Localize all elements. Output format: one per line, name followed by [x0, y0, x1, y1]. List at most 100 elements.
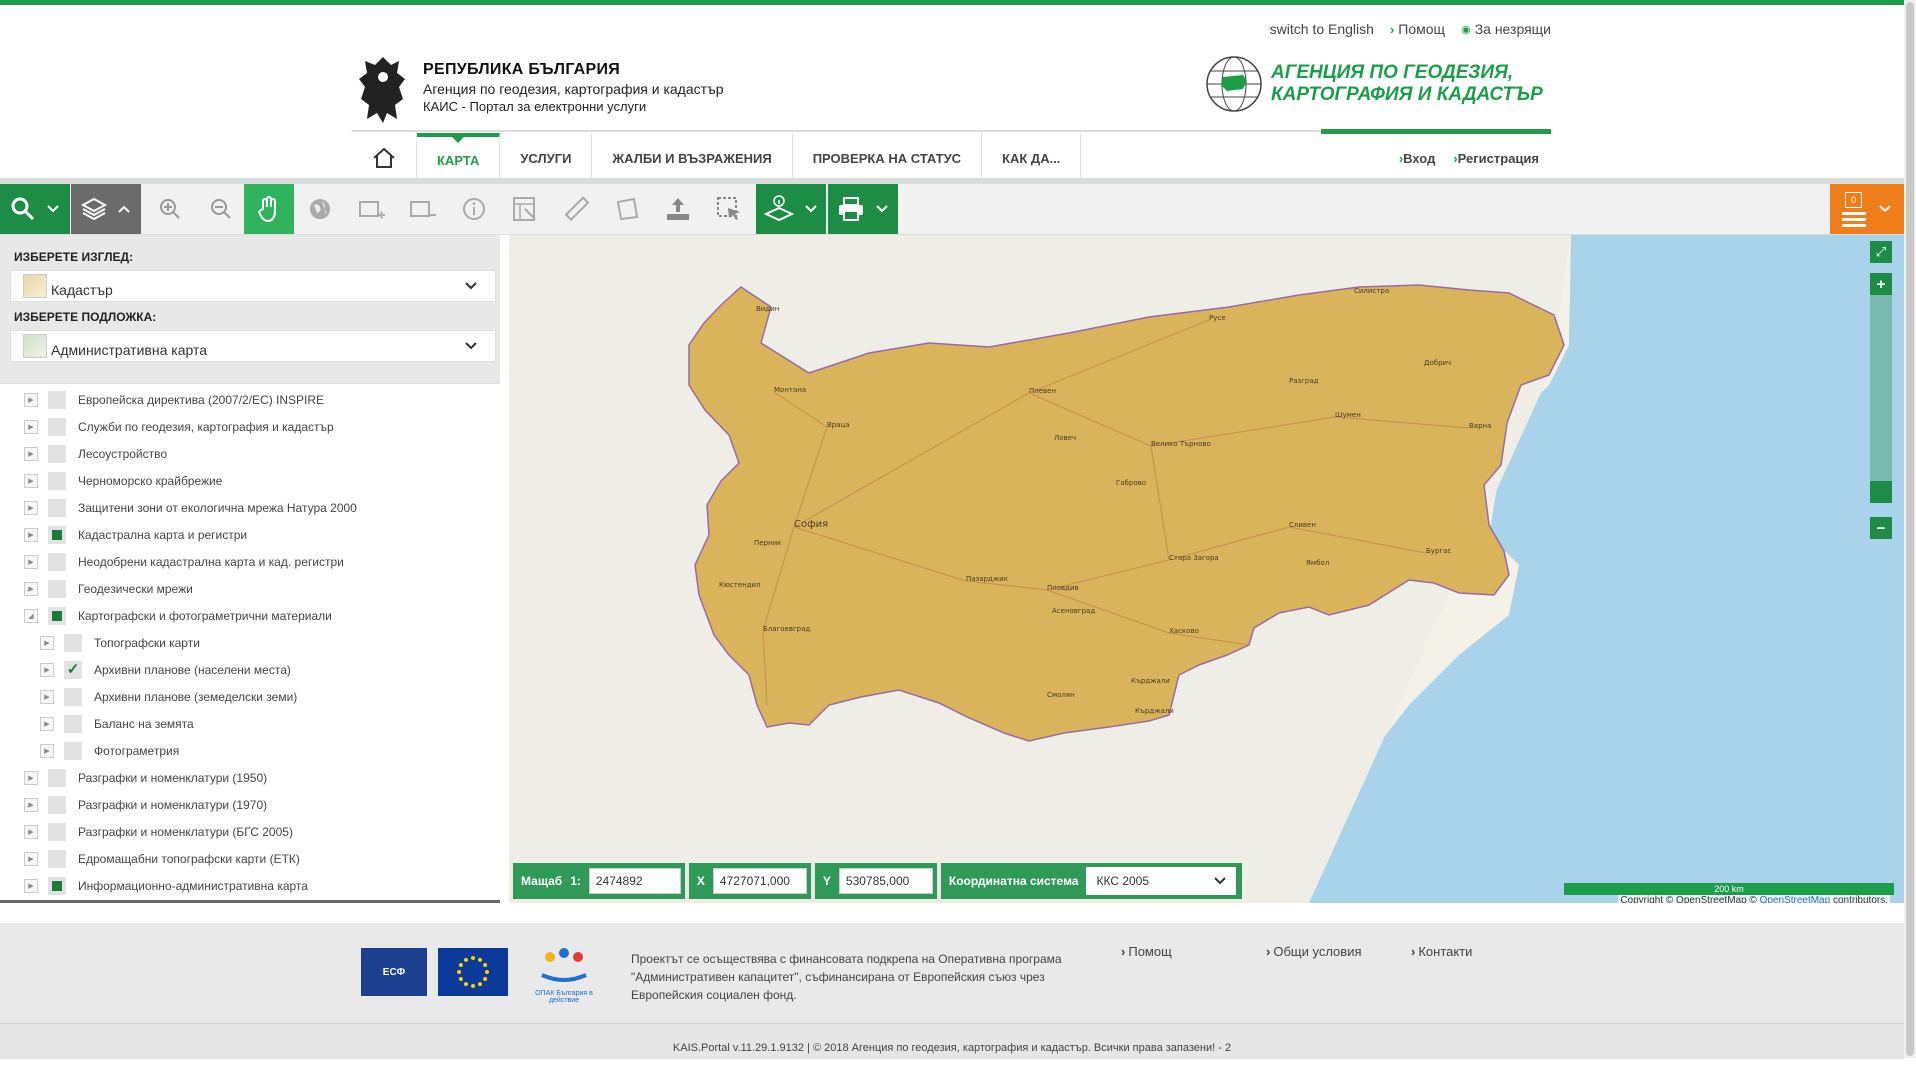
select-tool[interactable]	[705, 184, 753, 234]
accessibility-link[interactable]: ◉ За незрящи	[1461, 21, 1551, 37]
layer-item[interactable]: ▶ Едромащабни топографски карти (ЕТК)	[24, 845, 300, 872]
zoom-box-out-tool[interactable]	[399, 184, 447, 234]
expand-icon[interactable]: ▶	[24, 392, 38, 407]
tab-services[interactable]: УСЛУГИ	[500, 133, 593, 183]
layer-item[interactable]: ▶ Европейска директива (2007/2/ЕС) INSPIR…	[24, 386, 324, 413]
footer-contacts-link[interactable]: › Контакти	[1411, 944, 1472, 959]
tab-complaints[interactable]: ЖАЛБИ И ВЪЗРАЖЕНИЯ	[592, 133, 793, 183]
layer-checkbox[interactable]	[64, 660, 82, 679]
expand-icon[interactable]: ▶	[40, 716, 54, 731]
layer-checkbox[interactable]	[64, 633, 82, 652]
layer-checkbox[interactable]	[64, 714, 82, 733]
attribute-table-tool[interactable]	[501, 184, 549, 234]
expand-icon[interactable]: ▶	[24, 446, 38, 461]
layer-item[interactable]: ▶ Баланс на земята	[40, 710, 194, 737]
tab-how-to[interactable]: КАК ДА...	[982, 133, 1082, 183]
page-scrollbar[interactable]	[1904, 0, 1916, 1058]
zoom-slider-thumb[interactable]	[1870, 481, 1892, 503]
print-tool-button[interactable]	[828, 184, 898, 234]
expand-icon[interactable]: ▶	[24, 500, 38, 515]
register-link[interactable]: ›Регистрация	[1453, 151, 1539, 166]
layer-checkbox[interactable]	[48, 768, 66, 787]
layer-item[interactable]: ▶ Кадастрална карта и регистри	[24, 521, 247, 548]
layer-item[interactable]: ▶ Служби по геодезия, картография и кадас…	[24, 413, 334, 440]
layer-item[interactable]: ▶ Разграфки и номенклатури (БГС 2005)	[24, 818, 293, 845]
layer-checkbox[interactable]	[48, 876, 66, 895]
measure-area-tool[interactable]	[603, 184, 651, 234]
x-coordinate-input[interactable]	[712, 868, 807, 894]
basemap-select[interactable]: Административна карта	[10, 330, 496, 362]
layer-item[interactable]: ▶ Геодезически мрежи	[24, 575, 193, 602]
layer-checkbox[interactable]	[48, 498, 66, 517]
expand-icon[interactable]: ▶	[24, 770, 38, 785]
results-basket-button[interactable]: 0	[1830, 184, 1904, 234]
layer-checkbox[interactable]	[48, 525, 66, 544]
search-tool-button[interactable]	[0, 184, 70, 234]
layer-checkbox[interactable]	[48, 795, 66, 814]
zoom-in-tool[interactable]	[146, 184, 194, 234]
layer-checkbox[interactable]	[48, 444, 66, 463]
layer-checkbox[interactable]	[48, 822, 66, 841]
layer-item[interactable]: ▶ Разграфки и номенклатури (1970)	[24, 791, 267, 818]
expand-icon[interactable]: ▶	[24, 878, 38, 893]
map-zoom-in-button[interactable]: +	[1870, 273, 1892, 295]
map-zoom-out-button[interactable]: −	[1870, 517, 1892, 539]
tab-map[interactable]: КАРТА	[417, 133, 501, 183]
layer-item[interactable]: ▶ Фотограметрия	[40, 737, 179, 764]
layer-checkbox[interactable]	[64, 687, 82, 706]
login-link[interactable]: ›Вход	[1399, 151, 1436, 166]
layer-checkbox[interactable]	[64, 741, 82, 760]
layer-checkbox[interactable]	[48, 606, 66, 625]
expand-icon[interactable]: ▶	[24, 419, 38, 434]
full-extent-tool[interactable]	[296, 184, 344, 234]
layers-tool-button[interactable]	[71, 184, 141, 234]
expand-icon[interactable]: ▶	[24, 824, 38, 839]
expand-icon[interactable]: ▶	[40, 743, 54, 758]
layer-item[interactable]: ▶ Черноморско крайбрежие	[24, 467, 222, 494]
expand-icon[interactable]: ▶	[24, 473, 38, 488]
expand-icon[interactable]: ▶	[24, 851, 38, 866]
agency-logo[interactable]: АГЕНЦИЯ ПО ГЕОДЕЗИЯ, КАРТОГРАФИЯ И КАДАС…	[1205, 55, 1543, 113]
layer-checkbox[interactable]	[48, 417, 66, 436]
footer-terms-link[interactable]: › Общи условия	[1266, 944, 1362, 959]
layer-item[interactable]: ▶ Неодобрени кадастрална карта и кад. рег…	[24, 548, 344, 575]
fullscreen-button[interactable]: ⤢	[1870, 241, 1892, 263]
tab-status-check[interactable]: ПРОВЕРКА НА СТАТУС	[793, 133, 983, 183]
opak-logo[interactable]: ОПАК България в действие	[522, 945, 606, 1004]
nav-home[interactable]	[351, 133, 417, 183]
layer-item[interactable]: ▶ Архивни планове (населени места)	[40, 656, 291, 683]
crs-select[interactable]: ККС 2005	[1086, 867, 1237, 895]
scale-input[interactable]	[588, 868, 681, 894]
layer-item[interactable]: ▶ Защитени зони от екологична мрежа Натур…	[24, 494, 357, 521]
zoom-box-in-tool[interactable]	[348, 184, 396, 234]
layer-checkbox[interactable]	[48, 471, 66, 490]
layer-checkbox[interactable]	[48, 390, 66, 409]
pan-tool[interactable]	[244, 184, 294, 234]
eu-flag-logo[interactable]	[438, 948, 508, 996]
switch-language-link[interactable]: switch to English	[1270, 21, 1374, 37]
expand-icon[interactable]: ▶	[24, 554, 38, 569]
layer-checkbox[interactable]	[48, 552, 66, 571]
layer-item[interactable]: ▶ Разграфки и номенклатури (1950)	[24, 764, 267, 791]
osm-link[interactable]: OpenStreetMap	[1760, 895, 1831, 903]
layer-item[interactable]: ◢ Картографски и фотограметрични материал…	[24, 602, 332, 629]
footer-help-link[interactable]: › Помощ	[1121, 944, 1172, 959]
zoom-slider-track[interactable]	[1870, 279, 1892, 499]
zoom-out-tool[interactable]	[197, 184, 245, 234]
expand-icon[interactable]: ▶	[40, 689, 54, 704]
upload-tool[interactable]	[654, 184, 702, 234]
expand-icon[interactable]: ▶	[40, 635, 54, 650]
layer-checkbox[interactable]	[48, 579, 66, 598]
brand-republic[interactable]: РЕПУБЛИКА БЪЛГАРИЯ Агенция по геодезия, …	[353, 53, 724, 125]
map-canvas[interactable]: Видин Силистра Русе Добрич Разград Шумен Варна…	[509, 235, 1904, 903]
measure-length-tool[interactable]	[552, 184, 600, 234]
layer-item[interactable]: ▶ Лесоустройство	[24, 440, 167, 467]
layer-checkbox[interactable]	[48, 849, 66, 868]
layer-item[interactable]: ▶ Архивни планове (земеделски земи)	[40, 683, 297, 710]
collapse-icon[interactable]: ◢	[24, 608, 38, 623]
y-coordinate-input[interactable]	[838, 868, 933, 894]
layer-info-tool-button[interactable]	[756, 184, 826, 234]
view-select[interactable]: Кадастър	[10, 270, 496, 302]
esf-logo[interactable]: ЕСФ	[361, 948, 427, 996]
identify-tool[interactable]	[450, 184, 498, 234]
